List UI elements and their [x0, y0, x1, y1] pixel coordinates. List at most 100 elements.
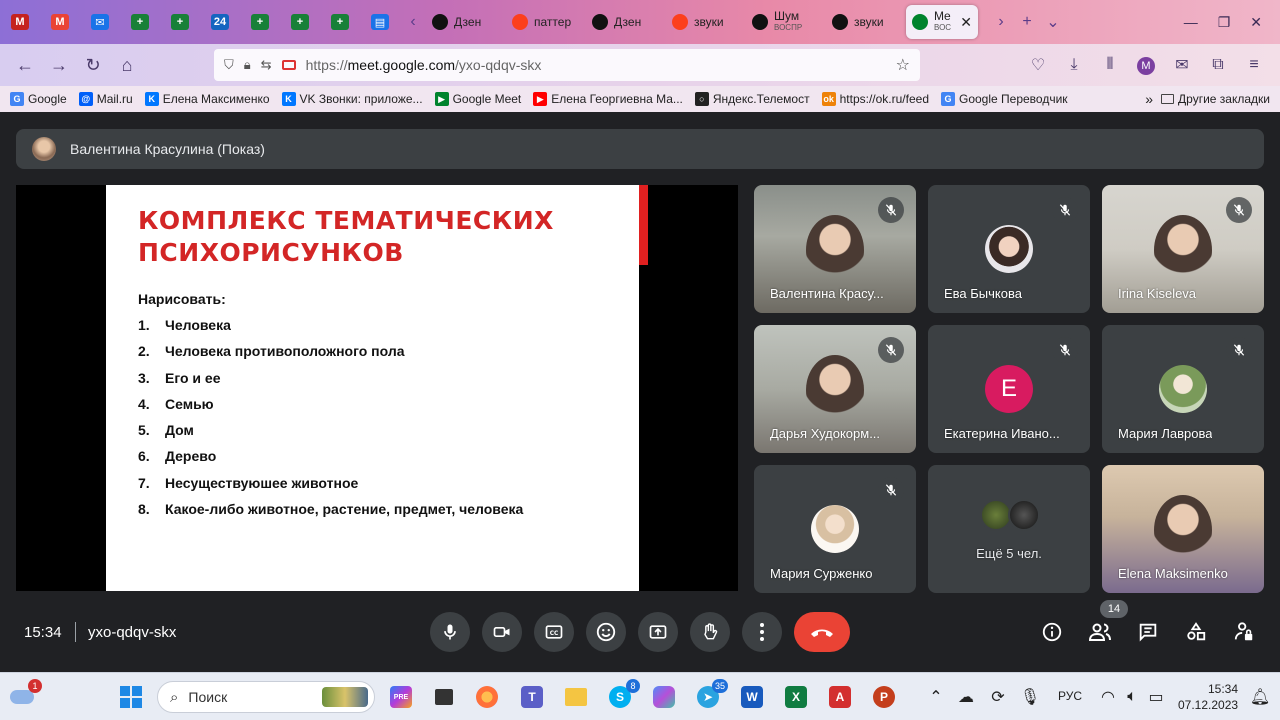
pocket-icon[interactable]: ♡	[1020, 55, 1056, 75]
bookmark-item[interactable]: K Елена Максименко	[144, 92, 270, 106]
pinned-tab[interactable]: +	[160, 0, 200, 44]
participant-tile[interactable]: Ева Бычкова	[928, 185, 1090, 313]
tray-battery[interactable]: ▭	[1142, 683, 1170, 711]
more-bookmarks-icon[interactable]: »	[1145, 91, 1153, 107]
shield-icon[interactable]: ⛉	[224, 57, 234, 73]
meeting-details-button[interactable]	[1036, 614, 1068, 650]
taskbar-firefox[interactable]	[473, 683, 501, 711]
bookmark-item[interactable]: K VK Звонки: приложе...	[281, 92, 423, 106]
home-button[interactable]: ⌂	[110, 49, 144, 81]
participant-tile[interactable]: Ещё 5 чел.	[928, 465, 1090, 593]
notifications-button[interactable]: 🔔︎	[1246, 683, 1274, 711]
taskbar-word[interactable]: W	[738, 683, 766, 711]
camera-in-use-icon[interactable]	[281, 60, 296, 70]
browser-tab[interactable]: Шум ВОСПР	[746, 5, 822, 39]
extension-icon[interactable]: ✉	[1164, 55, 1200, 75]
participant-tile[interactable]: Дарья Худокорм...	[754, 325, 916, 453]
forward-button[interactable]: →	[42, 49, 76, 81]
permissions-icon[interactable]: ⇆	[261, 57, 272, 73]
bookmark-item[interactable]: G Google	[10, 92, 67, 106]
bookmark-item[interactable]: @ Mail.ru	[78, 92, 133, 106]
microphone-button[interactable]	[430, 612, 470, 652]
participant-tile[interactable]: Irina Kiseleva	[1102, 185, 1264, 313]
pinned-tab[interactable]: +	[240, 0, 280, 44]
address-bar[interactable]: ⛉ 🔒︎ ⇆ https://meet.google.com/yxo-qdqv-…	[214, 49, 920, 81]
pinned-tab[interactable]: +	[280, 0, 320, 44]
pinned-tab[interactable]: M	[40, 0, 80, 44]
present-screen-button[interactable]	[638, 612, 678, 652]
participant-tile[interactable]: Валентина Красу...	[754, 185, 916, 313]
more-options-button[interactable]	[742, 612, 782, 652]
new-tab-button[interactable]: +	[1014, 13, 1040, 31]
participant-tile[interactable]: Мария Лаврова	[1102, 325, 1264, 453]
raise-hand-button[interactable]	[690, 612, 730, 652]
pinned-tab[interactable]: +	[120, 0, 160, 44]
taskbar-teams[interactable]: T	[518, 683, 546, 711]
pinned-tab[interactable]: ✉	[80, 0, 120, 44]
taskbar-clock[interactable]: 15:34 07.12.2023	[1178, 681, 1238, 713]
input-language[interactable]: РУС	[1058, 689, 1082, 703]
account-icon[interactable]: M	[1128, 56, 1164, 75]
participant-tile[interactable]: Мария Сурженко	[754, 465, 916, 593]
taskbar-telegram[interactable]: ➤ 35	[694, 679, 728, 711]
close-window-button[interactable]: ✕	[1250, 14, 1262, 31]
bookmark-item[interactable]: ▶ Елена Георгиевна Ма...	[533, 92, 683, 106]
leave-call-button[interactable]	[794, 612, 850, 652]
bookmark-item[interactable]: ▶ Google Meet	[434, 92, 521, 106]
restore-button[interactable]: ❐	[1218, 14, 1231, 31]
extensions-puzzle-icon[interactable]: ⧉	[1200, 56, 1236, 74]
tray-microphone[interactable]: 🎙︎	[1016, 683, 1044, 711]
participant-tile[interactable]: Elena Maksimenko	[1102, 465, 1264, 593]
taskbar-search-box[interactable]: ⌕ Поиск	[157, 681, 375, 713]
tray-app-2[interactable]: ⟳	[984, 683, 1012, 711]
show-hidden-icons[interactable]: ⌃	[922, 683, 950, 711]
taskbar-acrobat[interactable]: A	[826, 683, 854, 711]
menu-icon[interactable]: ≡	[1236, 56, 1272, 74]
browser-tab[interactable]: Дзен	[426, 5, 502, 39]
tabs-scroll-right-icon[interactable]: ›	[988, 13, 1014, 31]
browser-tab[interactable]: Дзен	[586, 5, 662, 39]
taskbar-powerpoint[interactable]: P	[870, 683, 898, 711]
taskbar-explorer[interactable]	[562, 683, 590, 711]
bookmark-item[interactable]: ok https://ok.ru/feed	[821, 92, 929, 106]
lock-icon[interactable]: 🔒︎	[244, 57, 251, 73]
taskbar-excel[interactable]: X	[782, 683, 810, 711]
url-text[interactable]: https://meet.google.com/yxo-qdqv-skx	[306, 57, 542, 73]
pinned-tab[interactable]: M	[0, 0, 40, 44]
other-bookmarks-folder[interactable]: Другие закладки	[1161, 92, 1270, 106]
browser-tab[interactable]: звуки	[826, 5, 902, 39]
bookmark-item[interactable]: ○ Яндекс.Телемост	[694, 92, 810, 106]
downloads-icon[interactable]: ⤓	[1056, 56, 1092, 74]
tray-app-1[interactable]: ☁	[952, 683, 980, 711]
start-button[interactable]	[117, 683, 145, 711]
screen-share-view[interactable]: КОМПЛЕКС ТЕМАТИЧЕСКИХ ПСИХОРИСУНКОВ Нари…	[16, 185, 738, 591]
chat-button[interactable]	[1132, 614, 1164, 650]
minimize-button[interactable]: —	[1184, 14, 1198, 31]
browser-tab[interactable]: Me ВОС ✕	[906, 5, 978, 39]
captions-button[interactable]: CC	[534, 612, 574, 652]
close-tab-icon[interactable]: ✕	[960, 14, 972, 31]
taskbar-m365[interactable]	[650, 683, 678, 711]
browser-tab[interactable]: паттер	[506, 5, 582, 39]
taskbar-skype[interactable]: S8	[606, 679, 640, 711]
reactions-button[interactable]	[586, 612, 626, 652]
host-controls-button[interactable]	[1228, 614, 1260, 650]
list-all-tabs-icon[interactable]: ⌄	[1040, 12, 1066, 32]
camera-button[interactable]	[482, 612, 522, 652]
taskbar-copilot[interactable]: PRE	[387, 683, 415, 711]
taskbar-task-view[interactable]	[430, 683, 458, 711]
library-icon[interactable]: ⫴	[1092, 56, 1128, 74]
tabs-scroll-left-icon[interactable]: ‹	[400, 13, 426, 31]
pinned-tab[interactable]: +	[320, 0, 360, 44]
weather-widget[interactable]: 1	[8, 679, 42, 711]
bookmark-item[interactable]: G Google Переводчик	[941, 92, 1068, 106]
back-button[interactable]: ←	[8, 49, 42, 81]
people-button[interactable]	[1084, 614, 1116, 650]
reload-button[interactable]: ↻	[76, 49, 110, 81]
participant-tile[interactable]: Е Екатерина Ивано...	[928, 325, 1090, 453]
browser-tab[interactable]: звуки	[666, 5, 742, 39]
pinned-tab[interactable]: 24	[200, 0, 240, 44]
presenter-bar[interactable]: Валентина Красулина (Показ)	[16, 129, 1264, 169]
activities-button[interactable]	[1180, 614, 1212, 650]
pinned-tab[interactable]: ▤	[360, 0, 400, 44]
